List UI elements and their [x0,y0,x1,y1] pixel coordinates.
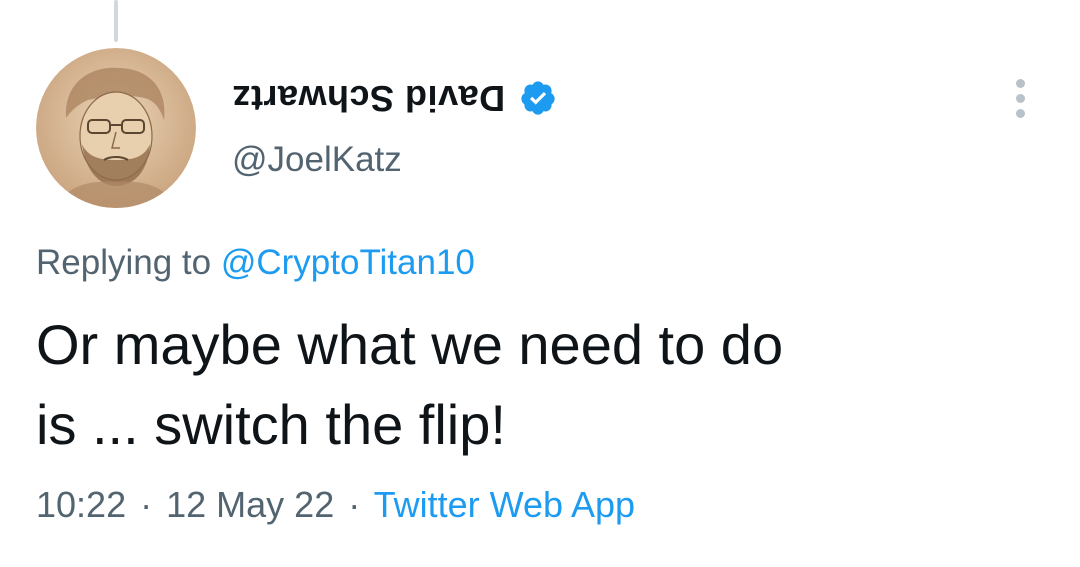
more-dot [1015,93,1025,103]
tweet-text-line: Or maybe what we need to do [36,313,784,376]
more-dot [1015,108,1025,118]
sketch-portrait-avatar-icon [36,48,196,208]
tweet-text: Or maybe what we need to do is ... switc… [36,305,1036,465]
author-display-name[interactable]: David Schwartz [232,78,505,119]
replying-to-prefix: Replying to [36,243,221,282]
thread-connector-line [114,0,118,42]
tweet-source-link[interactable]: Twitter Web App [374,484,635,525]
author-handle[interactable]: @JoelKatz [232,140,402,180]
author-name-row: David Schwartz [232,74,557,122]
more-options-icon[interactable] [1006,74,1034,122]
avatar[interactable] [36,48,196,208]
more-dot [1015,78,1025,88]
tweet-time[interactable]: 10:22 [36,484,126,525]
meta-separator: · [348,484,361,525]
tweet-text-line: is ... switch the flip! [36,393,506,456]
verified-badge-icon [521,81,555,115]
tweet-metadata: 10:22 · 12 May 22 · Twitter Web App [36,484,635,526]
replying-to-line: Replying to @CryptoTitan10 [36,243,475,283]
reply-mention-link[interactable]: @CryptoTitan10 [221,243,475,282]
tweet-date[interactable]: 12 May 22 [166,484,334,525]
meta-separator: · [140,484,153,525]
